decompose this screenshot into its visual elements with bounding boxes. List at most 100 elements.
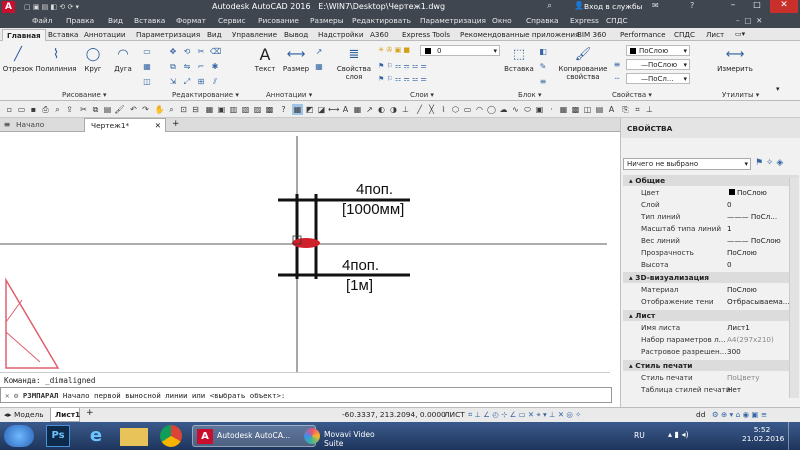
insert-block-button[interactable]: ⬚ Вставка: [504, 45, 534, 74]
drawing-canvas[interactable]: 4поп. [1000мм] 4поп. [1м]: [0, 132, 615, 372]
more-ribbon-icon[interactable]: ▾: [776, 85, 780, 93]
rect-tb-icon[interactable]: ▭: [462, 104, 473, 115]
menu-file[interactable]: Файл: [32, 16, 52, 25]
text-style-icon[interactable]: A: [340, 104, 351, 115]
prop-row-layer[interactable]: Слой 0: [623, 199, 799, 211]
minimize-button[interactable]: –: [722, 0, 744, 13]
layer-properties-button[interactable]: ≣ Свойства слоя: [336, 45, 372, 82]
prop-row-raster-res[interactable]: Растровое разрешен... 300: [623, 346, 799, 358]
drawing-svg[interactable]: 4поп. [1000мм] 4поп. [1м]: [0, 132, 615, 372]
dim-text-1-top[interactable]: 4поп.: [356, 181, 393, 198]
menu-help[interactable]: Справка: [526, 16, 559, 25]
spline-icon[interactable]: ∿: [510, 104, 521, 115]
cart-icon[interactable]: ✉: [652, 1, 659, 10]
ortho-icon[interactable]: ⊥: [644, 104, 655, 115]
prop-row-linetype[interactable]: Тип линий ——— ПоСл...: [623, 211, 799, 223]
plot-icon[interactable]: ⎙: [40, 104, 51, 115]
zoom-prev-icon[interactable]: ⊟: [190, 104, 201, 115]
cut-icon[interactable]: ✂: [78, 104, 89, 115]
signin-button[interactable]: Вход в службы: [584, 2, 642, 11]
table-icon[interactable]: ▦: [314, 62, 324, 71]
linetype-dropdown[interactable]: —ПоСл... ▾: [626, 73, 690, 84]
match-properties-button[interactable]: 🖌 Копирование свойства: [558, 45, 608, 82]
gradient-icon[interactable]: ▩: [570, 104, 581, 115]
tab-insert[interactable]: Вставка: [44, 29, 82, 40]
help-icon[interactable]: ?: [690, 1, 694, 10]
sheet-set-icon[interactable]: ▧: [240, 104, 251, 115]
start-button[interactable]: [4, 425, 34, 447]
section-3d-visualization[interactable]: ▴ 3D-визуализация: [623, 272, 799, 283]
status-snap-icons[interactable]: ⌗ ⊥ ∠ ◴ ⊹ ∠ ▭ ✕ ⌖ ▾ ⊥ ✕ ◎ ✧: [468, 410, 581, 420]
menu-parametric[interactable]: Параметризация: [420, 16, 486, 25]
fillet-icon[interactable]: ⌐: [196, 62, 206, 71]
publish-icon[interactable]: ⇪: [64, 104, 75, 115]
dim-text-2-bottom[interactable]: [1м]: [346, 277, 373, 294]
help-tb-icon[interactable]: ?: [278, 104, 289, 115]
region-tb-icon[interactable]: ◫: [582, 104, 593, 115]
markup-icon[interactable]: ▨: [252, 104, 263, 115]
search-icon[interactable]: ⌕: [547, 1, 552, 11]
layer-tools-row2[interactable]: ⚑ ⚐ ⚏ ⚎ ⚍ ⚌: [378, 75, 427, 83]
tray-icons[interactable]: ▴ ▮ ◂): [668, 430, 689, 439]
redo-icon[interactable]: ↷: [140, 104, 151, 115]
pline-tb-icon[interactable]: ⌇: [438, 104, 449, 115]
circle-button[interactable]: ◯ Круг: [80, 45, 106, 74]
preview-icon[interactable]: ⌕: [52, 104, 63, 115]
copy-icon[interactable]: ⧉: [168, 62, 178, 71]
tab-home[interactable]: Главная: [2, 29, 46, 41]
tab-bim360[interactable]: BIM 360: [573, 29, 610, 40]
command-line-input[interactable]: ✕ ⚙ РЗМПАРАЛ Начало первой выносной лини…: [0, 387, 612, 403]
cloud-icon[interactable]: ☁: [498, 104, 509, 115]
circle-tb-icon[interactable]: ◯: [486, 104, 497, 115]
layout-tabs-menu[interactable]: ◂▸: [4, 410, 11, 419]
undo-icon[interactable]: ↶: [128, 104, 139, 115]
rotate-icon[interactable]: ⟲: [182, 47, 192, 56]
tab-start[interactable]: Начало: [16, 120, 44, 129]
paste-icon[interactable]: ▤: [102, 104, 113, 115]
ucs-icon[interactable]: ⊥: [400, 104, 411, 115]
section-plot-style[interactable]: ▴ Стиль печати: [623, 360, 799, 371]
dim-text-2-top[interactable]: 4поп.: [342, 257, 379, 274]
new-icon[interactable]: ▫: [4, 104, 15, 115]
point-icon[interactable]: ·: [546, 104, 557, 115]
zoom-realtime-icon[interactable]: ⌕: [166, 104, 177, 115]
menu-modify[interactable]: Редактировать: [352, 16, 411, 25]
properties-scrollbar[interactable]: [789, 178, 799, 398]
mleader-style-icon[interactable]: ↗: [364, 104, 375, 115]
prop-row-material[interactable]: Материал ПоСлою: [623, 284, 799, 296]
hatch-tb-icon[interactable]: ▦: [558, 104, 569, 115]
group-annotation[interactable]: Аннотации ▾: [266, 91, 312, 99]
mirror-icon[interactable]: ⇋: [182, 62, 192, 71]
menu-spds[interactable]: СПДС: [606, 16, 628, 25]
space-toggle[interactable]: ЛИСТ: [444, 410, 465, 419]
prop-row-plot-table[interactable]: Таблица стилей печати Нет: [623, 384, 799, 396]
hatch-icon[interactable]: ▦: [142, 62, 152, 71]
edit-block-icon[interactable]: ✎: [538, 62, 548, 71]
tab-close-icon[interactable]: ✕: [155, 121, 161, 130]
menu-view[interactable]: Вид: [108, 16, 123, 25]
properties-icon[interactable]: ▦: [204, 104, 215, 115]
polyline-button[interactable]: ⌇ Полилиния: [35, 45, 77, 74]
stretch-icon[interactable]: ⇲: [168, 77, 178, 86]
rectangle-icon[interactable]: ▭: [142, 47, 152, 56]
match-icon[interactable]: 🖌: [114, 104, 125, 115]
layer-tb-icon[interactable]: ◩: [304, 104, 315, 115]
snap-tb-icon[interactable]: ⌗: [632, 104, 643, 115]
menu-format[interactable]: Формат: [176, 16, 206, 25]
prop-row-transparency[interactable]: Прозрачность ПоСлою: [623, 247, 799, 259]
layer-prev-icon[interactable]: ◪: [316, 104, 327, 115]
move-icon[interactable]: ✥: [168, 47, 178, 56]
zoom-window-icon[interactable]: ⊡: [178, 104, 189, 115]
group-properties[interactable]: Свойства ▾: [612, 91, 652, 99]
prop-row-color[interactable]: Цвет ПоСлою: [623, 187, 799, 199]
tab-spds[interactable]: СПДС: [670, 29, 699, 40]
tool-palettes-icon[interactable]: ▥: [228, 104, 239, 115]
new-tab-button[interactable]: +: [172, 119, 180, 129]
command-close-icon[interactable]: ✕ ⚙: [5, 391, 18, 400]
group-block[interactable]: Блок ▾: [518, 91, 542, 99]
copy-tb-icon[interactable]: ⧉: [90, 104, 101, 115]
prop-row-lineweight[interactable]: Вес линий ——— ПоСлою: [623, 235, 799, 247]
prop-row-height[interactable]: Высота 0: [623, 259, 799, 271]
save-icon[interactable]: ▪: [28, 104, 39, 115]
explorer-icon[interactable]: [120, 428, 148, 446]
